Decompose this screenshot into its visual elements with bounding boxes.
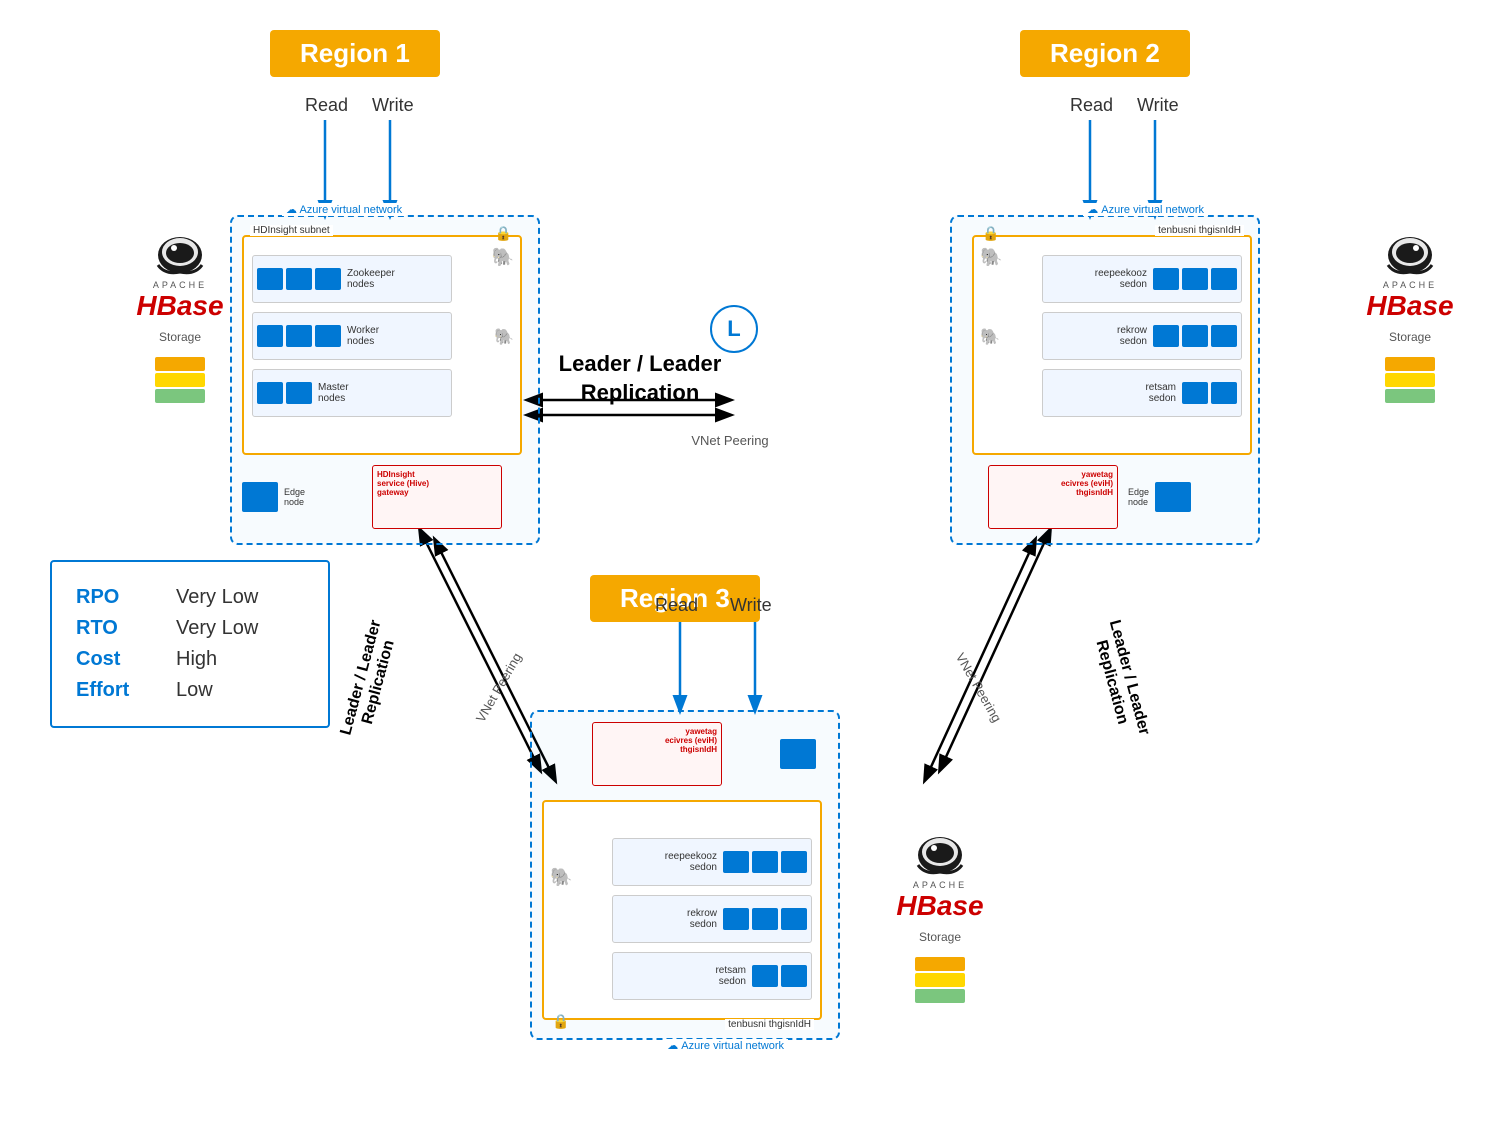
info-box: RPO Very Low RTO Very Low Cost High Effo… (50, 560, 330, 728)
region1-badge: Region 1 (270, 30, 440, 77)
hbase-logo-left: APACHE HBase Storage (120, 220, 240, 407)
rto-row: RTO Very Low (76, 617, 304, 640)
region2-badge: Region 2 (1020, 30, 1190, 77)
region1-cluster: ☁ Azure virtual network HDInsight subnet… (230, 215, 540, 545)
svg-text:VNet Peering: VNet Peering (691, 433, 768, 448)
effort-row: Effort Low (76, 679, 304, 702)
main-container: VNet Peering Region 1 Region 2 Region 3 … (0, 0, 1485, 1138)
center-replication-label: Leader / Leader Replication (540, 350, 740, 407)
region2-write-label: Write (1137, 95, 1179, 116)
region1-read-label: Read (305, 95, 348, 116)
region1-write-label: Write (372, 95, 414, 116)
cost-row: Cost High (76, 648, 304, 671)
left-replication-label: Leader / LeaderReplication (330, 580, 410, 780)
hbase-logo-bottom: APACHE HBase Storage (880, 820, 1000, 1007)
region2-read-label: Read (1070, 95, 1113, 116)
vnet-left-label: VNet Peering (473, 650, 525, 724)
region3-read-label: Read (655, 595, 698, 616)
leader-indicator: L (710, 305, 758, 353)
hbase-logo-right: APACHE HBase Storage (1350, 220, 1470, 407)
region3-cluster: Azure virtual network ☁ tenbusni thgisnI… (530, 710, 840, 1040)
region3-write-label: Write (730, 595, 772, 616)
region2-cluster: Azure virtual network ☁ tenbusni thgisnI… (950, 215, 1260, 545)
rpo-row: RPO Very Low (76, 586, 304, 609)
right-replication-label: Leader / LeaderReplication (1080, 580, 1160, 780)
vnet-right-label: VNet Peering (953, 650, 1005, 724)
